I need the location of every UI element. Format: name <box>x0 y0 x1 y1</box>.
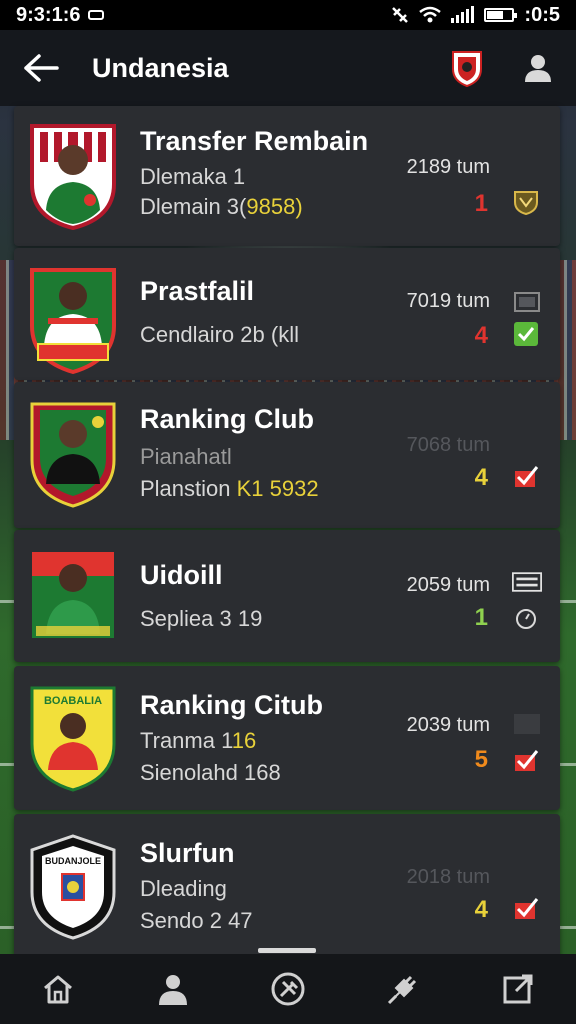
home-icon <box>43 975 72 1004</box>
player-crest-icon: BOABALIA <box>30 686 116 792</box>
export-icon <box>503 974 533 1004</box>
profile-button[interactable] <box>520 50 556 86</box>
card-count: 1 <box>474 190 488 217</box>
list-item[interactable]: BOABALIA Ranking Citub Tranma 116 Sienol… <box>14 666 560 810</box>
scroll-indicator <box>258 948 316 953</box>
card-meta: 7019 tum <box>406 290 490 312</box>
card-meta: 2018 tum <box>406 866 490 888</box>
card-count: 4 <box>474 464 488 491</box>
card-meta: 7068 tum <box>406 434 490 456</box>
card-subtitle: Tranma 116 <box>140 728 257 753</box>
plug-icon <box>388 975 417 1005</box>
card-count: 5 <box>474 746 488 773</box>
page-title: Undanesia <box>92 52 229 83</box>
list-item[interactable]: Transfer Rembain Dlemaka 1 Dlemain 3(985… <box>14 106 560 246</box>
list-item[interactable]: Uidoill Sepliea 3 19 2059 tum 1 <box>14 530 560 662</box>
card-subtitle: Pianahatl <box>140 444 232 469</box>
player-crest-icon <box>32 552 114 638</box>
menu-icon[interactable] <box>512 570 542 594</box>
card-title: Ranking Citub <box>140 690 323 720</box>
card-detail: Cendlairo 2b (kll <box>140 322 299 347</box>
back-button[interactable] <box>20 47 62 89</box>
checkbox-checked-icon[interactable] <box>512 320 540 348</box>
notification-icon <box>88 10 105 20</box>
list-item[interactable]: Ranking Club Pianahatl Planstion K1 5932… <box>14 382 560 528</box>
player-crest-icon: BUDANJOLE <box>30 834 116 940</box>
nav-export-button[interactable] <box>488 959 548 1019</box>
nav-tools-button[interactable] <box>258 959 318 1019</box>
placeholder-icon <box>512 712 542 736</box>
list-item[interactable]: BUDANJOLE Slurfun Dleading Sendo 2 47 20… <box>14 814 560 960</box>
wifi-icon <box>419 6 442 23</box>
card-detail: Sepliea 3 19 <box>140 606 263 631</box>
card-count: 4 <box>474 896 488 923</box>
player-crest-icon <box>30 268 116 374</box>
card-subtitle: Dlemaka 1 <box>140 164 246 189</box>
bottom-nav <box>0 954 576 1024</box>
card-meta: 2039 tum <box>406 714 490 736</box>
timer-icon[interactable] <box>512 604 540 632</box>
list-item[interactable]: Prastfalil Cendlairo 2b (kll 7019 tum 4 <box>14 248 560 380</box>
arrow-left-icon <box>24 54 59 82</box>
card-title: Ranking Club <box>140 404 314 434</box>
nav-plug-button[interactable] <box>373 959 433 1019</box>
card-title: Uidoill <box>140 560 223 590</box>
card-title: Prastfalil <box>140 276 255 306</box>
card-detail: Planstion K1 5932 <box>140 476 319 501</box>
svg-text:BUDANJOLE: BUDANJOLE <box>45 856 101 866</box>
user-icon <box>525 55 551 82</box>
status-time: 9:3:1:6 <box>16 3 81 26</box>
card-count: 1 <box>474 604 488 631</box>
club-badge-icon[interactable] <box>450 48 484 88</box>
tools-icon <box>271 972 305 1006</box>
card-title: Slurfun <box>140 838 235 868</box>
red-check-icon[interactable] <box>512 894 540 922</box>
status-bar: 9:3:1:6 :0:5 <box>0 0 576 30</box>
eagle-badge-icon[interactable] <box>512 188 540 216</box>
battery-icon <box>484 8 518 22</box>
card-count: 4 <box>474 322 488 349</box>
card-meta: 2189 tum <box>406 156 490 178</box>
card-title: Transfer Rembain <box>140 126 369 156</box>
signal-icon <box>451 6 475 23</box>
nav-home-button[interactable] <box>28 959 88 1019</box>
card-detail: Sienolahd 168 <box>140 760 281 785</box>
card-subtitle: Dleading <box>140 876 227 901</box>
nav-profile-button[interactable] <box>143 959 203 1019</box>
card-detail: Dlemain 3(9858) <box>140 194 303 219</box>
tablet-icon <box>512 290 542 314</box>
user-icon <box>158 975 187 1005</box>
battery-time: :0:5 <box>524 3 560 26</box>
card-detail: Sendo 2 47 <box>140 908 253 933</box>
app-bar: Undanesia <box>0 30 576 106</box>
red-check-icon[interactable] <box>512 746 540 774</box>
player-crest-icon <box>30 124 116 230</box>
card-meta: 2059 tum <box>406 574 490 596</box>
svg-text:BOABALIA: BOABALIA <box>44 695 102 707</box>
red-check-icon[interactable] <box>512 462 540 490</box>
player-crest-icon <box>30 402 116 508</box>
mute-icon <box>392 7 409 23</box>
